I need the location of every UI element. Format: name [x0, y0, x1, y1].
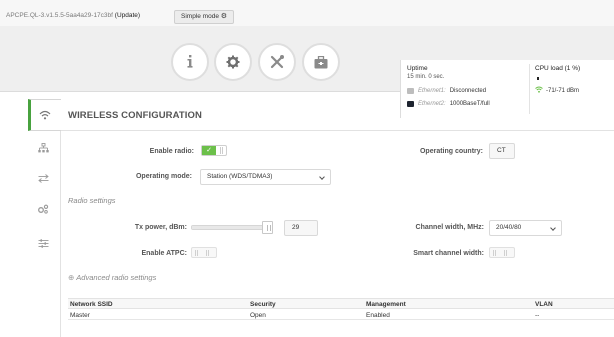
cell-vlan: -- [535, 312, 540, 319]
gear-icon: ⚙ [220, 13, 228, 20]
smart-channel-width-label: Smart channel width: [413, 250, 484, 257]
wifi-signal-icon [535, 86, 543, 95]
check-icon: ✓ [202, 146, 216, 155]
sliders-icon [38, 238, 48, 248]
ethernet1-row: Ethernet1: Disconnected [407, 88, 486, 94]
sidebar [0, 99, 61, 337]
simple-mode-label: Simple mode [181, 13, 219, 20]
sidebar-item-wireless[interactable] [30, 100, 60, 130]
toolbox-icon[interactable] [302, 43, 340, 81]
network-icon [37, 143, 49, 153]
operating-mode-value: Station (WDS/TDMA3) [207, 173, 273, 180]
chevron-down-icon [550, 225, 556, 231]
cpu-load-label: CPU load (1 %) [535, 65, 581, 72]
advanced-radio-settings-toggle[interactable]: ⊕ Advanced radio settings [68, 273, 156, 282]
toggle-grip [504, 250, 507, 256]
title-divider [61, 130, 614, 131]
advanced-radio-settings-label: Advanced radio settings [76, 273, 157, 282]
tx-power-label: Tx power, dBm: [134, 224, 187, 231]
page-title: WIRELESS CONFIGURATION [68, 110, 202, 121]
cpu-load-bar [537, 77, 539, 80]
firmware-version: APCPE.QL-3.v1.5.5-5aa4a29-17c3bf [6, 12, 113, 19]
operating-mode-select[interactable]: Station (WDS/TDMA3) [200, 169, 331, 185]
cell-ssid: Master [70, 312, 90, 319]
column-header-management: Management [366, 301, 406, 308]
plus-icon: ⊕ [68, 273, 75, 282]
table-header: Network SSID Security Management VLAN [68, 298, 614, 309]
operating-country-label: Operating country: [419, 148, 483, 155]
channel-width-select[interactable]: 20/40/80 [489, 220, 562, 236]
operating-country-field[interactable]: CT [489, 143, 515, 159]
operating-mode-label: Operating mode: [135, 173, 192, 180]
sidebar-item-routing[interactable] [28, 163, 58, 193]
enable-radio-label: Enable radio: [149, 148, 194, 155]
update-link[interactable]: (Update) [115, 12, 140, 19]
enable-radio-toggle[interactable]: ✓ [201, 145, 227, 156]
toggle-grip [493, 250, 496, 256]
top-bar: APCPE.QL-3.v1.5.5-5aa4a29-17c3bf (Update… [0, 0, 614, 26]
info-icon[interactable] [171, 43, 209, 81]
wifi-icon [39, 110, 51, 120]
tx-power-input[interactable]: 29 [284, 220, 318, 236]
tx-power-slider-fill [192, 226, 270, 229]
table-row[interactable]: Master Open Enabled -- [68, 309, 614, 320]
main-nav-band: Uptime 15 min. 0 sec. CPU load (1 %) Eth… [0, 26, 614, 118]
uptime-label: Uptime [407, 65, 428, 72]
ethernet1-label: Ethernet1: [418, 88, 446, 94]
toggle-grip [206, 250, 209, 256]
column-header-security: Security [250, 301, 276, 308]
arrows-icon [37, 173, 49, 183]
ethernet1-value: Disconnected [449, 88, 487, 94]
ethernet-port-icon [407, 88, 414, 94]
signal-readout: -71/-71 dBm [535, 86, 579, 95]
cogs-icon [38, 204, 49, 214]
radio-settings-heading: Radio settings [68, 196, 116, 205]
gear-icon[interactable] [214, 43, 252, 81]
smart-channel-width-toggle[interactable] [489, 247, 515, 258]
toggle-grip [220, 147, 223, 154]
channel-width-label: Channel width, MHz: [415, 224, 484, 231]
uptime-value: 15 min. 0 sec. [407, 74, 445, 80]
simple-mode-button[interactable]: Simple mode ⚙ [174, 10, 235, 24]
sidebar-item-settings[interactable] [28, 228, 58, 258]
tx-power-slider-handle[interactable] [262, 221, 273, 234]
chevron-down-icon [319, 174, 325, 180]
firmware-info: APCPE.QL-3.v1.5.5-5aa4a29-17c3bf (Update… [6, 12, 140, 19]
sidebar-item-network[interactable] [28, 133, 58, 163]
toggle-grip [195, 250, 198, 256]
column-header-ssid: Network SSID [70, 301, 113, 308]
tx-power-slider[interactable] [191, 221, 273, 234]
cell-security: Open [250, 312, 266, 319]
channel-width-value: 20/40/80 [496, 224, 522, 231]
signal-value: -71/-71 dBm [546, 87, 580, 94]
enable-atpc-label: Enable ATPC: [141, 250, 187, 257]
main-content: WIRELESS CONFIGURATION Enable radio: ✓ O… [61, 99, 614, 337]
tools-icon[interactable] [258, 43, 296, 81]
column-header-vlan: VLAN [535, 301, 553, 308]
sidebar-item-services[interactable] [28, 194, 58, 224]
cell-management: Enabled [366, 312, 390, 319]
enable-atpc-toggle[interactable] [191, 247, 217, 258]
